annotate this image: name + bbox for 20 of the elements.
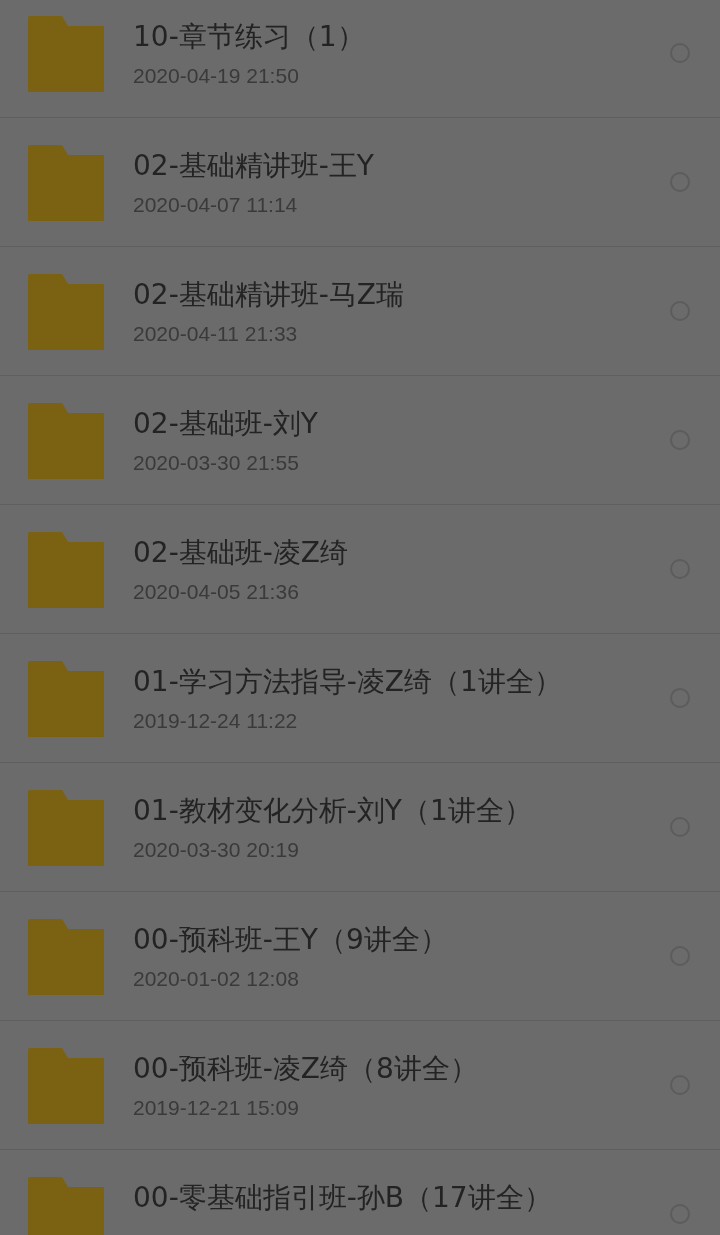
folder-name: 00-预科班-王Y（9讲全） <box>133 922 449 958</box>
folder-icon <box>28 661 104 737</box>
folder-name: 02-基础班-凌Z绮 <box>133 535 350 571</box>
folder-icon <box>28 403 104 479</box>
folder-icon <box>28 919 104 995</box>
folder-name: 00-预科班-凌Z绮（8讲全） <box>133 1051 479 1087</box>
folder-icon <box>28 145 104 221</box>
folder-icon <box>28 1177 104 1235</box>
folder-name: 02-基础班-刘Y <box>133 406 319 442</box>
folder-name: 10-章节练习（1） <box>133 19 366 55</box>
folder-name: 02-基础精讲班-王Y <box>133 148 375 184</box>
folder-name: 02-基础精讲班-马Z瑞 <box>133 277 406 313</box>
folder-icon <box>28 1048 104 1124</box>
folder-icon <box>28 274 104 350</box>
folder-name: 00-零基础指引班-孙B（17讲全） <box>133 1180 553 1216</box>
folder-icon <box>28 790 104 866</box>
folder-name: 01-学习方法指导-凌Z绮（1讲全） <box>133 664 563 700</box>
folder-icon <box>28 16 104 92</box>
folder-icon <box>28 532 104 608</box>
folder-name: 01-教材变化分析-刘Y（1讲全） <box>133 793 533 829</box>
